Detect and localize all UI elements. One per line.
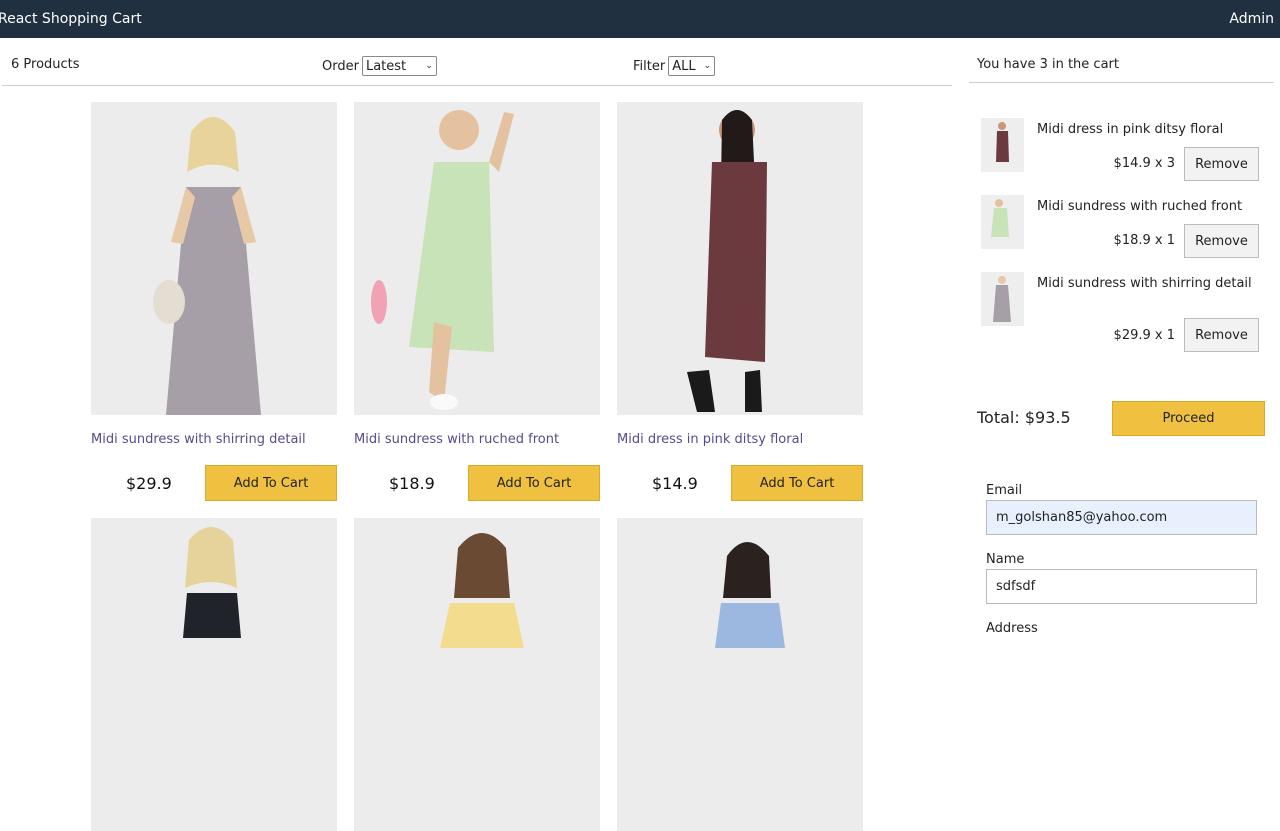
dress-photo-icon	[91, 518, 337, 831]
filter-control: Filter ALL ⌄	[633, 56, 716, 76]
filter-bar: 6 Products Order Latest ⌄ Filter ALL ⌄	[2, 52, 952, 86]
product-image[interactable]	[617, 518, 863, 831]
address-label: Address	[986, 621, 1038, 636]
product-image[interactable]	[354, 518, 600, 831]
order-label: Order	[322, 58, 359, 74]
product-title-link[interactable]: Midi dress in pink ditsy floral	[617, 432, 803, 447]
dress-photo-icon	[617, 102, 863, 415]
dress-photo-icon	[617, 518, 863, 831]
cart-item-name: Midi sundress with ruched front	[1037, 199, 1243, 214]
admin-link[interactable]: Admin	[1229, 11, 1280, 27]
product-image[interactable]	[91, 102, 337, 415]
add-to-cart-button[interactable]: Add To Cart	[731, 465, 863, 501]
dress-photo-icon	[354, 102, 600, 415]
product-card: Midi dress in pink ditsy floral $14.9 Ad…	[617, 102, 863, 501]
remove-button[interactable]: Remove	[1184, 318, 1259, 352]
cart-item-thumbnail	[981, 272, 1024, 326]
product-count: 6 Products	[11, 57, 80, 72]
product-price: $18.9	[389, 474, 435, 493]
order-select-value: Latest	[365, 58, 407, 74]
dress-photo-icon	[91, 102, 337, 415]
product-title-link[interactable]: Midi sundress with shirring detail	[91, 432, 306, 447]
add-to-cart-button[interactable]: Add To Cart	[205, 465, 337, 501]
product-image[interactable]	[91, 518, 337, 831]
email-label: Email	[986, 483, 1023, 498]
product-card: Midi sundress with ruched front $18.9 Ad…	[354, 102, 600, 501]
cart-item-name: Midi sundress with shirring detail	[1037, 276, 1252, 291]
filter-label: Filter	[633, 58, 666, 74]
dress-thumbnail-icon	[981, 272, 1024, 326]
proceed-button[interactable]: Proceed	[1112, 401, 1265, 436]
cart-item-thumbnail	[981, 118, 1024, 172]
product-price: $14.9	[652, 474, 698, 493]
product-title-link[interactable]: Midi sundress with ruched front	[354, 432, 559, 447]
dress-thumbnail-icon	[981, 118, 1024, 172]
product-area: 6 Products Order Latest ⌄ Filter ALL ⌄ M…	[0, 38, 952, 831]
order-select[interactable]: Latest ⌄	[361, 56, 437, 76]
product-card	[617, 518, 863, 831]
add-to-cart-button[interactable]: Add To Cart	[468, 465, 600, 501]
product-card	[354, 518, 600, 831]
email-field[interactable]: m_golshan85@yahoo.com	[986, 500, 1257, 535]
name-field[interactable]: sdfsdf	[986, 569, 1257, 604]
remove-button[interactable]: Remove	[1184, 224, 1259, 258]
dress-photo-icon	[354, 518, 600, 831]
chevron-down-icon: ⌄	[425, 61, 433, 71]
remove-button[interactable]: Remove	[1184, 147, 1259, 181]
app-header: React Shopping Cart Admin	[0, 0, 1280, 38]
cart-item-thumbnail	[981, 195, 1024, 249]
filter-select-value: ALL	[672, 58, 696, 74]
cart-header: You have 3 in the cart	[969, 52, 1274, 83]
cart-item-name: Midi dress in pink ditsy floral	[1037, 122, 1224, 137]
app-brand-link[interactable]: React Shopping Cart	[0, 11, 142, 27]
product-price: $29.9	[126, 474, 172, 493]
chevron-down-icon: ⌄	[703, 61, 712, 71]
dress-thumbnail-icon	[981, 195, 1024, 249]
cart-item-qty: $18.9 x 1	[1113, 233, 1175, 248]
product-image[interactable]	[617, 102, 863, 415]
product-card: Midi sundress with shirring detail $29.9…	[91, 102, 337, 501]
cart-item-qty: $29.9 x 1	[1113, 328, 1175, 343]
order-control: Order Latest ⌄	[322, 56, 437, 76]
cart-total: Total: $93.5	[977, 408, 1071, 427]
product-card	[91, 518, 337, 831]
filter-select[interactable]: ALL ⌄	[668, 56, 716, 76]
cart-panel: You have 3 in the cart Midi dress in pin…	[969, 38, 1274, 636]
cart-item-qty: $14.9 x 3	[1113, 156, 1175, 171]
name-label: Name	[986, 552, 1025, 567]
product-image[interactable]	[354, 102, 600, 415]
